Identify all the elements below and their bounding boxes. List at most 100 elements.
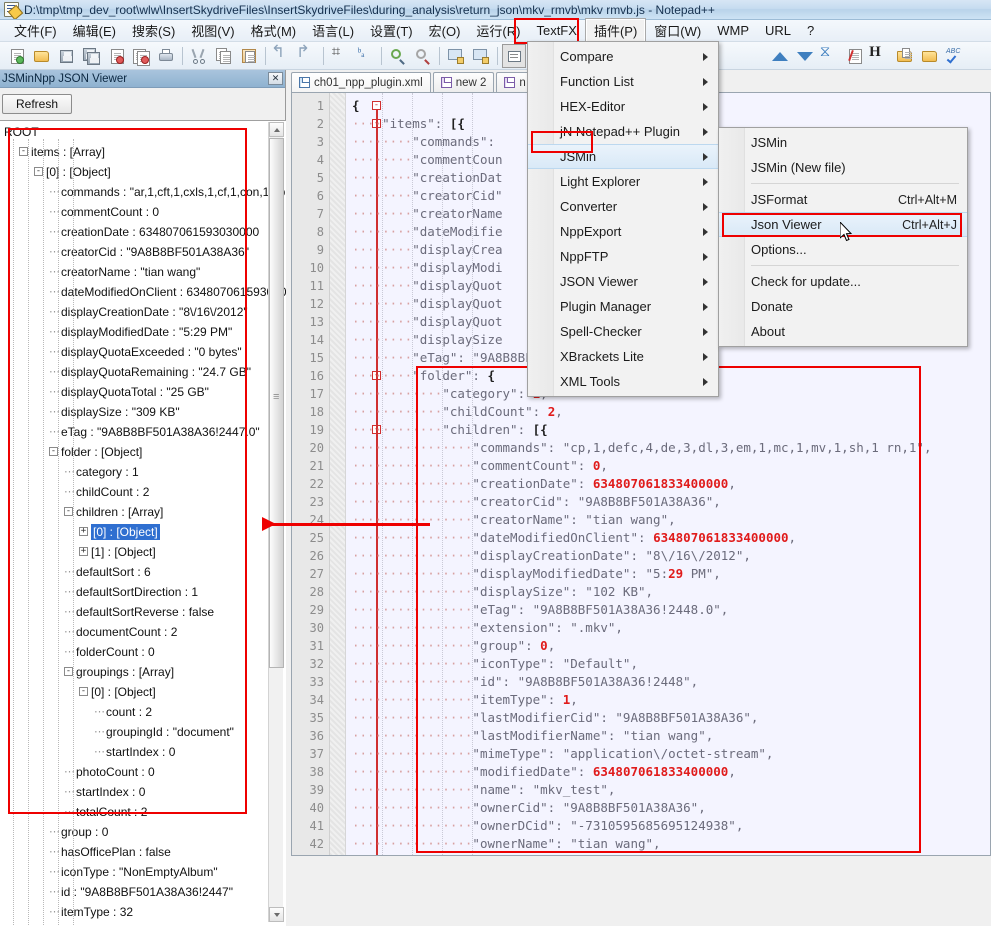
json-tree-node[interactable]: ⋯childCount : 2	[0, 481, 268, 501]
menu-item-spell-checker[interactable]: Spell-Checker	[528, 319, 718, 344]
menu-textfx[interactable]: TextFX	[528, 21, 584, 40]
json-tree-node[interactable]: ⋯groupingId : "document"	[0, 721, 268, 741]
plugins-dropdown-menu[interactable]: Compare Function List HEX-Editor jN Note…	[527, 41, 719, 397]
menu-view[interactable]: 视图(V)	[183, 19, 242, 42]
zoom-in-icon[interactable]	[386, 44, 410, 68]
json-tree-node[interactable]: ⋯startIndex : 0	[0, 781, 268, 801]
find-icon[interactable]: ⌗	[328, 44, 352, 68]
json-tree-node[interactable]: ⋯iconType : "NonEmptyAlbum"	[0, 861, 268, 881]
menu-format[interactable]: 格式(M)	[243, 19, 305, 42]
json-tree-node[interactable]: ⋯displayQuotaTotal : "25 GB"	[0, 381, 268, 401]
redo-icon[interactable]: ↱	[295, 44, 319, 68]
scrollbar-thumb[interactable]	[269, 138, 284, 668]
menu-item-xbrackets-lite[interactable]: XBrackets Lite	[528, 344, 718, 369]
json-tree-node[interactable]: -items : [Array]	[0, 141, 268, 161]
json-tree-node[interactable]: ⋯displayQuotaRemaining : "24.7 GB"	[0, 361, 268, 381]
json-tree-node[interactable]: ⋯documentCount : 2	[0, 621, 268, 641]
json-tree-node[interactable]: -groupings : [Array]	[0, 661, 268, 681]
menu-wmp[interactable]: WMP	[709, 21, 757, 40]
menu-search[interactable]: 搜索(S)	[124, 19, 183, 42]
menu-plugins[interactable]: 插件(P)	[585, 18, 646, 43]
json-tree-node[interactable]: ROOT	[0, 121, 268, 141]
menu-item-nppexport[interactable]: NppExport	[528, 219, 718, 244]
undo-icon[interactable]: ↰	[270, 44, 294, 68]
json-tree-node[interactable]: ⋯displayCreationDate : "8\/16\/2012"	[0, 301, 268, 321]
json-tree-node[interactable]: ⋯creationDate : 634807061593030000	[0, 221, 268, 241]
collapse-node-icon[interactable]: -	[34, 167, 43, 176]
json-tree-node[interactable]: ⋯commands : "ar,1,cft,1,cxls,1,cf,1,con,…	[0, 181, 268, 201]
menu-run[interactable]: 运行(R)	[468, 19, 528, 42]
menu-settings[interactable]: 设置(T)	[362, 19, 421, 42]
json-tree-node[interactable]: ⋯displayModifiedDate : "5:29 PM"	[0, 321, 268, 341]
json-tree-node[interactable]: ⋯id : "9A8B8BF501A38A36!2447"	[0, 881, 268, 901]
tab-ch01-npp-plugin-xml[interactable]: ch01_npp_plugin.xml	[291, 72, 431, 92]
json-tree-node[interactable]: ⋯creatorName : "tian wang"	[0, 261, 268, 281]
word-wrap-icon[interactable]	[502, 44, 526, 68]
menu-item-jsmin[interactable]: JSMin	[528, 144, 718, 169]
close-file-icon[interactable]	[104, 44, 128, 68]
menu-item-compare[interactable]: Compare	[528, 44, 718, 69]
menu-item-about[interactable]: About	[719, 319, 967, 344]
menu-help[interactable]: ?	[799, 21, 822, 40]
arrow-down-icon[interactable]	[792, 44, 816, 68]
new-file-icon[interactable]	[4, 44, 28, 68]
json-tree-node[interactable]: ⋯itemType : 32	[0, 901, 268, 921]
menu-item-jsmin-new-file[interactable]: JSMin (New file)	[719, 155, 967, 180]
collapse-node-icon[interactable]: -	[49, 447, 58, 456]
json-tree-node[interactable]: -children : [Array]	[0, 501, 268, 521]
json-tree-node[interactable]: ⋯folderCount : 0	[0, 641, 268, 661]
menu-item-jsformat[interactable]: JSFormatCtrl+Alt+M	[719, 187, 967, 212]
json-tree-node[interactable]: ⋯displayQuotaExceeded : "0 bytes"	[0, 341, 268, 361]
collapse-node-icon[interactable]: -	[19, 147, 28, 156]
json-tree-node[interactable]: ⋯photoCount : 0	[0, 761, 268, 781]
scroll-up-icon[interactable]	[269, 122, 284, 137]
menu-item-converter[interactable]: Converter	[528, 194, 718, 219]
menu-url[interactable]: URL	[757, 21, 799, 40]
json-tree-container[interactable]: ROOT-items : [Array]-[0] : [Object]⋯comm…	[0, 120, 286, 926]
menu-item-xml-tools[interactable]: XML Tools	[528, 369, 718, 394]
collapse-icon[interactable]: ⧖	[817, 44, 841, 68]
menu-language[interactable]: 语言(L)	[304, 19, 362, 42]
close-all-icon[interactable]	[129, 44, 153, 68]
sync-vertical-icon[interactable]	[444, 44, 468, 68]
close-icon[interactable]: ✕	[268, 72, 283, 85]
tab-new-2[interactable]: new 2	[433, 72, 495, 92]
menu-macro[interactable]: 宏(O)	[421, 19, 469, 42]
spell-check-icon[interactable]: ABC	[942, 44, 966, 68]
json-tree-node[interactable]: -[0] : [Object]	[0, 681, 268, 701]
menu-window[interactable]: 窗口(W)	[646, 19, 709, 42]
menu-item-json-viewer[interactable]: JSON Viewer	[528, 269, 718, 294]
menu-item-nppftp[interactable]: NppFTP	[528, 244, 718, 269]
open-file-icon[interactable]	[29, 44, 53, 68]
json-tree-node[interactable]: +[1] : [Object]	[0, 541, 268, 561]
menu-item-check-for-update[interactable]: Check for update...	[719, 269, 967, 294]
json-tree-node[interactable]: ⋯dateModifiedOnClient : 6348070615930300	[0, 281, 268, 301]
menu-file[interactable]: 文件(F)	[6, 19, 65, 42]
json-tree-node[interactable]: -folder : [Object]	[0, 441, 268, 461]
zoom-out-icon[interactable]	[411, 44, 435, 68]
save-icon[interactable]	[54, 44, 78, 68]
json-tree-node[interactable]: ⋯lastModifierCid : "9A8B8BF501A38A36"	[0, 921, 268, 926]
json-tree-node[interactable]: +[0] : [Object]	[0, 521, 268, 541]
expand-node-icon[interactable]: +	[79, 527, 88, 536]
sync-horizontal-icon[interactable]	[469, 44, 493, 68]
json-tree-node[interactable]: ⋯defaultSortReverse : false	[0, 601, 268, 621]
json-tree-node[interactable]: ⋯eTag : "9A8B8BF501A38A36!2447.0"	[0, 421, 268, 441]
folder-browse-icon[interactable]	[917, 44, 941, 68]
paste-icon[interactable]	[237, 44, 261, 68]
json-tree-node[interactable]: ⋯startIndex : 0	[0, 741, 268, 761]
menu-item-donate[interactable]: Donate	[719, 294, 967, 319]
replace-icon[interactable]: ᵇₐ	[353, 44, 377, 68]
json-tree-node[interactable]: -[0] : [Object]	[0, 161, 268, 181]
arrow-up-icon[interactable]	[767, 44, 791, 68]
json-tree-node[interactable]: ⋯displaySize : "309 KB"	[0, 401, 268, 421]
menu-item-light-explorer[interactable]: Light Explorer	[528, 169, 718, 194]
print-icon[interactable]	[154, 44, 178, 68]
menu-item-jn-notepadpp-plugin[interactable]: jN Notepad++ Plugin	[528, 119, 718, 144]
json-tree-node[interactable]: ⋯commentCount : 0	[0, 201, 268, 221]
json-tree-node[interactable]: ⋯totalCount : 2	[0, 801, 268, 821]
fold-margin[interactable]: ----	[330, 93, 346, 855]
menu-item-hex-editor[interactable]: HEX-Editor	[528, 94, 718, 119]
json-tree-node[interactable]: ⋯group : 0	[0, 821, 268, 841]
cut-icon[interactable]	[187, 44, 211, 68]
